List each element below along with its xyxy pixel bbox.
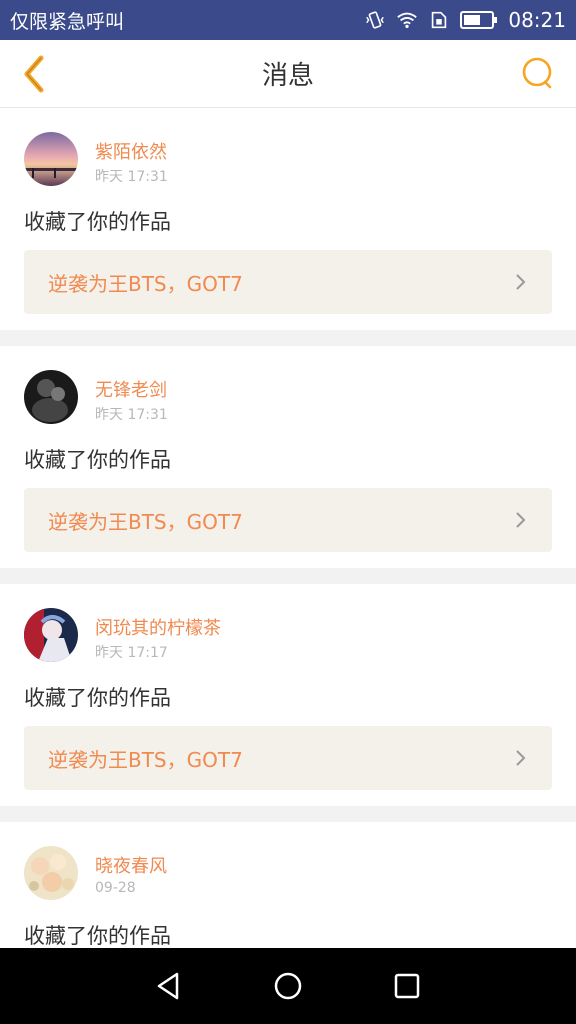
chevron-right-icon [516, 512, 526, 528]
clock: 08:21 [508, 8, 566, 32]
user-name[interactable]: 紫陌依然 [95, 138, 167, 164]
nav-back-button[interactable] [149, 966, 189, 1006]
search-button[interactable] [516, 52, 560, 96]
message-card[interactable]: 紫陌依然 昨天 17:31 收藏了你的作品 逆袭为王BTS，GOT7 [0, 108, 576, 330]
work-link[interactable]: 逆袭为王BTS，GOT7 [24, 726, 552, 790]
avatar[interactable] [24, 370, 78, 424]
work-title: 逆袭为王BTS，GOT7 [48, 747, 243, 772]
chevron-right-icon [516, 750, 526, 766]
home-circle-icon [274, 972, 302, 1000]
carrier-text: 仅限紧急呼叫 [10, 10, 125, 33]
user-name[interactable]: 晓夜春风 [95, 852, 167, 878]
avatar[interactable] [24, 846, 78, 900]
recents-square-icon [394, 973, 419, 999]
work-link[interactable]: 逆袭为王BTS，GOT7 [24, 488, 552, 552]
avatar[interactable] [24, 132, 78, 186]
message-card[interactable]: 无锋老剑 昨天 17:31 收藏了你的作品 逆袭为王BTS，GOT7 [0, 346, 576, 568]
nav-home-button[interactable] [268, 966, 308, 1006]
message-time: 昨天 17:31 [95, 169, 168, 185]
work-title: 逆袭为王BTS，GOT7 [48, 271, 243, 296]
back-triangle-icon [158, 972, 179, 1000]
message-list[interactable]: 紫陌依然 昨天 17:31 收藏了你的作品 逆袭为王BTS，GOT7 无锋老剑 … [0, 108, 576, 948]
message-time: 昨天 17:31 [95, 407, 168, 423]
status-bar: 仅限紧急呼叫 08:21 [0, 0, 576, 40]
message-time: 昨天 17:17 [95, 645, 168, 661]
work-title: 逆袭为王BTS，GOT7 [48, 509, 243, 534]
avatar-flowers-image [24, 846, 78, 900]
message-card[interactable]: 闵玧其的柠檬茶 昨天 17:17 收藏了你的作品 逆袭为王BTS，GOT7 [0, 584, 576, 806]
battery-icon [460, 11, 498, 29]
work-link[interactable]: 逆袭为王BTS，GOT7 [24, 250, 552, 314]
vibrate-icon [366, 11, 385, 29]
message-card[interactable]: 晓夜春风 09-28 收藏了你的作品 [0, 822, 576, 948]
system-nav-bar [0, 948, 576, 1024]
app-header: 消息 [0, 40, 576, 108]
chevron-right-icon [516, 274, 526, 290]
avatar-dark-portrait-image [24, 370, 78, 424]
wifi-icon [397, 12, 418, 29]
avatar[interactable] [24, 608, 78, 662]
message-action: 收藏了你的作品 [24, 686, 171, 710]
search-icon [522, 57, 552, 89]
user-name[interactable]: 闵玧其的柠檬茶 [95, 614, 221, 640]
page-title: 消息 [261, 61, 314, 91]
message-action: 收藏了你的作品 [24, 448, 171, 472]
message-time: 09-28 [95, 880, 136, 896]
message-action: 收藏了你的作品 [24, 210, 171, 234]
sim-icon [432, 11, 447, 29]
user-name[interactable]: 无锋老剑 [95, 376, 167, 402]
nav-recents-button[interactable] [387, 966, 427, 1006]
message-action: 收藏了你的作品 [24, 924, 171, 948]
avatar-anime-image [24, 608, 78, 662]
avatar-sunset-image [24, 132, 78, 186]
status-icons: 08:21 [364, 8, 566, 32]
